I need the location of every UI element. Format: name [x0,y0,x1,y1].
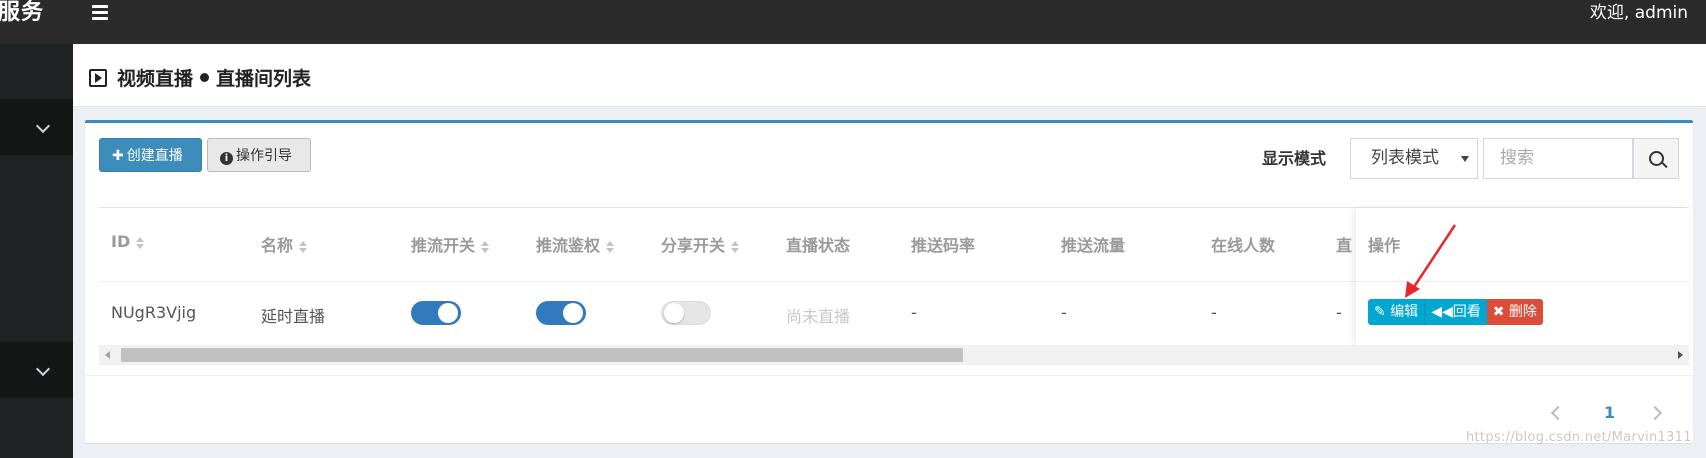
menu-icon[interactable] [92,5,108,20]
toggle-knob [664,303,684,323]
column-header-bitrate: 推送码率 [911,236,976,255]
operation-guide-button[interactable]: i 操作引导 [207,138,311,172]
caret-down-icon [1461,156,1469,162]
live-room-table: ID 名称 推流开关 推流鉴权 分享开关 直播状态 推送码率 推送流量 在线人数… [99,207,1689,365]
play-square-icon [89,68,107,87]
column-header-actions: 操作 [1368,236,1401,255]
cell-truncated: - [1336,303,1342,322]
cell-live-status: 尚未直播 [786,307,851,326]
delete-label: 删除 [1508,304,1537,320]
cell-online: - [1211,303,1217,322]
box-footer-divider [85,375,1693,376]
display-mode-value: 列表模式 [1371,148,1439,168]
sort-icon[interactable] [606,240,615,253]
live-room-box: ✚ 创建直播 i 操作引导 显示模式 列表模式 搜索 ID 名称 推流开关 推流鉴权… [85,120,1693,443]
column-header-traffic: 推送流量 [1061,236,1126,255]
row-actions: ✎ 编辑 ◀◀回看 ✖ 删除 [1368,299,1543,325]
plus-icon: ✚ [112,148,124,164]
sort-icon[interactable] [299,240,308,253]
backward-icon: ◀◀ [1431,304,1453,320]
column-header-truncated: 直 [1336,236,1353,255]
share-switch-toggle[interactable] [661,301,711,325]
pagination-next[interactable] [1647,403,1663,422]
cell-traffic: - [1061,303,1067,322]
breadcrumb: 视频直播 直播间列表 [89,64,311,91]
column-header-push-switch[interactable]: 推流开关 [411,232,490,256]
create-live-button[interactable]: ✚ 创建直播 [99,138,202,172]
page-title: 直播间列表 [216,68,312,90]
cell-name: 延时直播 [261,307,326,326]
column-header-push-auth[interactable]: 推流鉴权 [536,232,615,256]
operations-column: 操作 ✎ 编辑 ◀◀回看 ✖ 删除 [1356,208,1689,345]
replay-label: 回看 [1452,304,1481,320]
user-welcome[interactable]: 欢迎, admin [1590,0,1688,26]
edit-icon: ✎ [1374,304,1386,320]
sort-icon[interactable] [731,240,740,253]
column-header-id[interactable]: ID [111,232,145,251]
horizontal-scrollbar[interactable] [99,345,1689,365]
watermark: https://blog.csdn.net/Marvin1311 [1466,430,1692,445]
sort-icon[interactable] [136,236,145,249]
scrollbar-thumb[interactable] [121,348,963,362]
display-mode-label: 显示模式 [1262,149,1327,168]
column-label: 分享开关 [661,236,726,255]
breadcrumb-separator [200,73,210,82]
cell-bitrate: - [911,303,917,322]
edit-label: 编辑 [1390,304,1419,320]
column-header-share-switch[interactable]: 分享开关 [661,232,740,256]
create-live-label: 创建直播 [126,148,183,164]
chevron-right-icon [1647,405,1663,421]
chevron-down-icon [35,118,51,134]
column-label: 推流开关 [411,236,476,255]
edit-button[interactable]: ✎ 编辑 [1368,299,1425,325]
sidebar [0,44,73,458]
sidebar-menu-toggle[interactable] [0,342,73,398]
operation-guide-label: 操作引导 [236,148,292,164]
delete-button[interactable]: ✖ 删除 [1486,299,1543,325]
column-header-live-status: 直播状态 [786,236,851,255]
column-label: 推流鉴权 [536,236,601,255]
scroll-left-icon[interactable] [105,351,110,359]
pagination-current-page[interactable]: 1 [1604,403,1615,422]
search-input[interactable]: 搜索 [1483,138,1633,179]
toggle-knob [563,303,583,323]
column-header-online: 在线人数 [1211,236,1276,255]
replay-button[interactable]: ◀◀回看 [1424,299,1487,325]
scroll-right-icon[interactable] [1678,351,1683,359]
sidebar-menu-toggle[interactable] [0,99,73,155]
content-header: 视频直播 直播间列表 [73,44,1706,107]
toggle-knob [438,303,458,323]
times-icon: ✖ [1492,304,1505,320]
chevron-left-icon [1550,405,1566,421]
top-navbar: 服务 欢迎, admin [0,0,1706,44]
column-label: ID [111,232,131,251]
push-auth-toggle[interactable] [536,301,586,325]
search-placeholder: 搜索 [1500,148,1534,168]
info-circle-icon: i [220,152,233,165]
brand-logo[interactable]: 服务 [0,0,44,44]
search-button[interactable] [1633,138,1679,179]
display-mode-select[interactable]: 列表模式 [1350,138,1478,179]
chevron-down-icon [35,361,51,377]
cell-id: NUgR3Vjig [111,303,197,322]
table-divider [1356,281,1689,282]
column-header-name[interactable]: 名称 [261,232,308,256]
column-label: 名称 [261,236,294,255]
push-switch-toggle[interactable] [411,301,461,325]
breadcrumb-section: 视频直播 [117,68,194,90]
pagination-prev[interactable] [1550,403,1566,422]
sort-icon[interactable] [481,240,490,253]
